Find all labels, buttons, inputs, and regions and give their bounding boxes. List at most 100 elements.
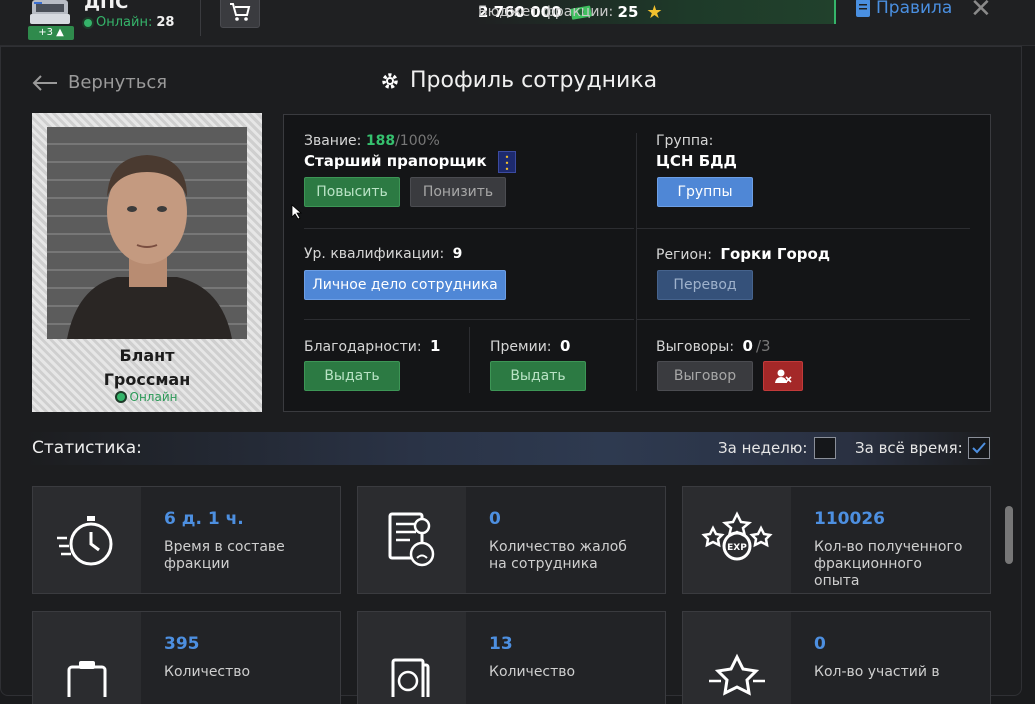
stat-description: Количество жалоб на сотрудника [489, 539, 627, 572]
qualification-value: 9 [452, 246, 463, 262]
week-filter-label: За неделю: [718, 439, 808, 457]
demote-button[interactable]: Понизить [410, 177, 506, 207]
alltime-filter-checkbox[interactable] [968, 437, 990, 459]
shop-button[interactable] [220, 0, 260, 28]
region-label: Регион: [656, 247, 712, 263]
online-label: Онлайн: [96, 15, 153, 30]
gear-icon [382, 72, 398, 89]
rank-label: Звание: [304, 133, 362, 149]
reprimand-value: 0 [742, 337, 753, 355]
alltime-filter-label: За всё время: [855, 439, 963, 457]
ruble-docs-icon [358, 612, 466, 704]
region-value: Горки Город [720, 245, 830, 263]
stat-tile-tasks: 395 Количество [32, 611, 341, 704]
qualification-label: Ур. квалификации: [304, 246, 445, 262]
remove-reprimand-button[interactable] [763, 361, 803, 391]
stat-value: 0 [814, 634, 826, 654]
rank-progress-max: /100% [395, 133, 440, 149]
stat-tile-complaints: 0 Количество жалоб на сотрудника [357, 486, 666, 594]
region-row: Регион: Горки Город [656, 245, 830, 263]
online-indicator: Онлайн: 28 [84, 15, 174, 30]
group-label: Группа: [656, 133, 714, 149]
stat-description: Время в составе фракции [164, 539, 285, 572]
bonus-value: 0 [559, 337, 571, 355]
stat-description: Кол-во полученного фракционного опыта [814, 539, 963, 589]
employee-last-name: Гроссман [103, 370, 191, 389]
employee-photo [47, 127, 247, 339]
employee-info-panel: Звание: 188/100% Старший прапорщик • • • П… [283, 114, 991, 412]
stat-tile-time: 6 д. 1 ч. Время в составе фракции [32, 486, 341, 594]
divider [636, 133, 637, 391]
faction-budget: Бюджет фракции: 2 760 000 25 ★ [474, 0, 836, 24]
reprimand-max: /3 [755, 337, 771, 355]
rank-row: Звание: 188/100% [304, 133, 440, 149]
divider [200, 0, 201, 36]
statistics-title: Статистика: [32, 438, 142, 458]
stopwatch-icon [33, 487, 141, 593]
stat-tile-fines: 13 Количество [357, 611, 666, 704]
stat-value: 0 [489, 509, 501, 529]
star-icon [683, 612, 791, 704]
top-bar: +3 ▲ ДПС Онлайн: 28 Бюджет фракции: 2 76… [0, 0, 1035, 46]
employee-status: Онлайн [32, 390, 262, 404]
give-thanks-button[interactable]: Выдать [304, 361, 400, 391]
thanks-label: Благодарности: [304, 339, 422, 355]
exp-stars-icon: EXP [683, 487, 791, 593]
scrollbar[interactable] [1005, 506, 1013, 564]
divider [304, 319, 634, 320]
stat-description: Кол-во участий в [814, 664, 940, 680]
document-icon [856, 0, 870, 17]
divider [637, 319, 970, 320]
mouse-cursor-icon [291, 204, 303, 224]
rank-insignia-icon: • • • [498, 151, 516, 174]
promote-button[interactable]: Повысить [304, 177, 400, 207]
transfer-button[interactable]: Перевод [657, 270, 753, 300]
employee-card: Блант Гроссман Онлайн [32, 113, 262, 412]
status-text: Онлайн [129, 390, 178, 404]
stat-tile-exp: EXP 110026 Кол-во полученного фракционно… [682, 486, 991, 594]
back-label: Вернуться [68, 72, 168, 93]
stars-value: 25 [617, 3, 639, 21]
rules-label: Правила [876, 0, 953, 18]
bonus-label: Премии: [490, 339, 552, 355]
arrow-left-icon [32, 74, 57, 91]
groups-button[interactable]: Группы [657, 177, 753, 207]
give-bonus-button[interactable]: Выдать [490, 361, 586, 391]
clipboard-icon [33, 612, 141, 704]
personal-file-button[interactable]: Личное дело сотрудника [304, 270, 506, 300]
complaint-icon [358, 487, 466, 593]
statistics-header: Статистика: За неделю: За всё время: [26, 432, 994, 465]
stat-description: Количество [164, 664, 251, 680]
page-title: Профиль сотрудника [380, 68, 657, 93]
stat-value: 110026 [814, 509, 885, 529]
reprimand-button[interactable]: Выговор [657, 361, 753, 391]
close-icon[interactable]: ✕ [970, 0, 992, 24]
week-filter-checkbox[interactable] [814, 437, 836, 459]
rules-link[interactable]: Правила [856, 0, 952, 18]
qualification-row: Ур. квалификации: 9 [304, 246, 462, 262]
dept-level-badge: +3 ▲ [28, 26, 74, 40]
stat-value: 395 [164, 634, 200, 654]
back-button[interactable]: Вернуться [32, 72, 167, 93]
employee-first-name: Блант [119, 346, 175, 365]
group-name: ЦСН БДД [656, 152, 737, 170]
svg-text:EXP: EXP [727, 543, 747, 553]
bonus-row: Премии: 0 [490, 337, 570, 355]
online-count: 28 [156, 15, 175, 30]
dept-name: ДПС [84, 0, 129, 13]
star-icon: ★ [646, 1, 663, 23]
rank-progress: 188 [365, 133, 396, 149]
cart-icon [230, 3, 251, 21]
reprimand-row: Выговоры: 0/3 [656, 337, 771, 355]
divider [469, 327, 470, 393]
thanks-value: 1 [430, 337, 441, 355]
budget-label: Бюджет фракции: [478, 4, 614, 20]
stat-value: 13 [489, 634, 513, 654]
reprimand-label: Выговоры: [656, 339, 735, 355]
online-dot-icon [116, 393, 125, 401]
online-dot-icon [84, 18, 92, 27]
divider [304, 228, 634, 229]
thanks-row: Благодарности: 1 [304, 337, 440, 355]
stat-description: Количество [489, 664, 576, 680]
rank-name: Старший прапорщик [304, 152, 487, 170]
